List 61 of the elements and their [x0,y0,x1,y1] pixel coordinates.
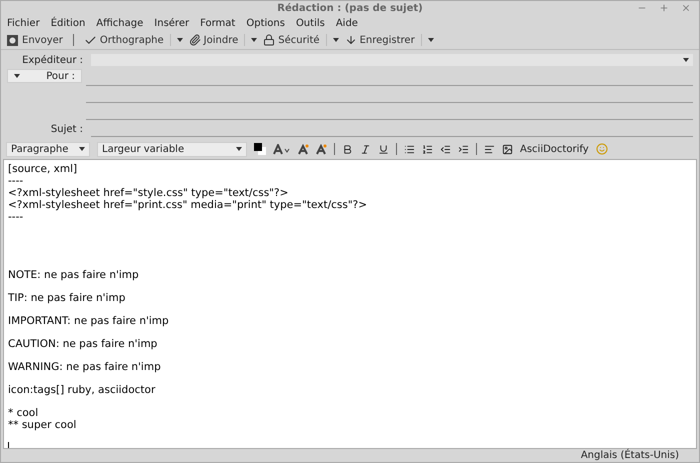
caret-icon[interactable] [683,58,689,62]
underline-icon[interactable] [378,144,389,154]
text-line: IMPORTANT: ne pas faire n'imp [8,315,169,327]
caret-icon[interactable] [428,38,434,42]
toolbar-button[interactable]: Orthographe [84,32,164,48]
menu-item[interactable]: Affichage [96,16,144,30]
text-line: NOTE: ne pas faire n'imp [8,269,139,281]
menu-item[interactable]: Outils [296,16,325,30]
window-title: Rédaction : (pas de sujet) [277,2,423,16]
italic-icon[interactable] [360,144,371,154]
menu-item[interactable]: Format [200,16,236,30]
lock-icon [263,34,276,46]
font-dropdown[interactable]: Largeur variable [97,142,247,156]
arrow-down-icon [344,34,357,46]
close-icon[interactable] [681,3,691,13]
indent-icon[interactable] [458,144,469,154]
bullet-list-icon[interactable] [404,144,415,154]
text-line: <?xml-stylesheet href="print.css" media="print" type="text/css"?> [8,199,368,211]
color-picker-icon[interactable] [254,143,266,155]
subject-label: Sujet : [50,123,84,137]
numbered-list-icon[interactable] [422,144,433,154]
language-indicator[interactable]: Anglais (États-Unis) [580,448,679,462]
menu-item[interactable]: Aide [336,16,358,30]
caret-icon[interactable] [79,147,85,151]
text-line: ---- [8,175,24,187]
outdent-icon[interactable] [440,144,451,154]
caret-icon[interactable] [236,147,242,151]
toolbar-button[interactable]: Enregistrer [344,32,415,48]
font-smaller-icon[interactable] [316,144,327,154]
bold-icon[interactable] [342,144,353,154]
toolbar-button[interactable]: Sécurité [263,32,320,48]
toolbar-button[interactable]: Joindre [188,32,238,48]
sender-field[interactable] [91,54,693,66]
recipient-type-button[interactable]: Pour : [7,69,82,83]
text-line: [source, xml] [8,163,78,175]
caret-icon[interactable] [176,38,183,42]
menu-item[interactable]: Insérer [154,16,190,30]
align-icon[interactable] [484,144,495,154]
paperclip-icon [188,34,201,46]
text-line: * cool [8,407,38,419]
text-line: WARNING: ne pas faire n'imp [8,361,161,373]
menu-item[interactable]: Fichier [7,16,40,30]
caret-icon[interactable] [14,74,20,78]
check-icon [84,34,97,46]
text-line: icon:tags[] ruby, asciidoctor [8,384,156,396]
text-line: TIP: ne pas faire n'imp [8,292,126,304]
font-larger-icon[interactable] [298,144,309,154]
text-line: ** super cool [8,419,76,431]
menu-item[interactable]: Édition [50,16,86,30]
text-line: ---- [8,211,24,223]
plugin-button[interactable]: AsciiDoctorify [520,142,589,156]
sender-label: Expéditeur : [21,54,84,68]
menu-item[interactable]: Options [246,16,285,30]
paragraph-dropdown[interactable]: Paragraphe [6,142,90,156]
caret-icon[interactable] [332,38,339,42]
text-line: <?xml-stylesheet href="style.css" type="text/css"?> [8,187,288,199]
toolbar-button[interactable]: Envoyer [6,32,63,48]
caret-icon[interactable] [251,38,258,42]
font-size-icon[interactable] [273,144,291,154]
text-line: CAUTION: ne pas faire n'imp [8,338,158,350]
image-icon[interactable] [502,144,513,154]
